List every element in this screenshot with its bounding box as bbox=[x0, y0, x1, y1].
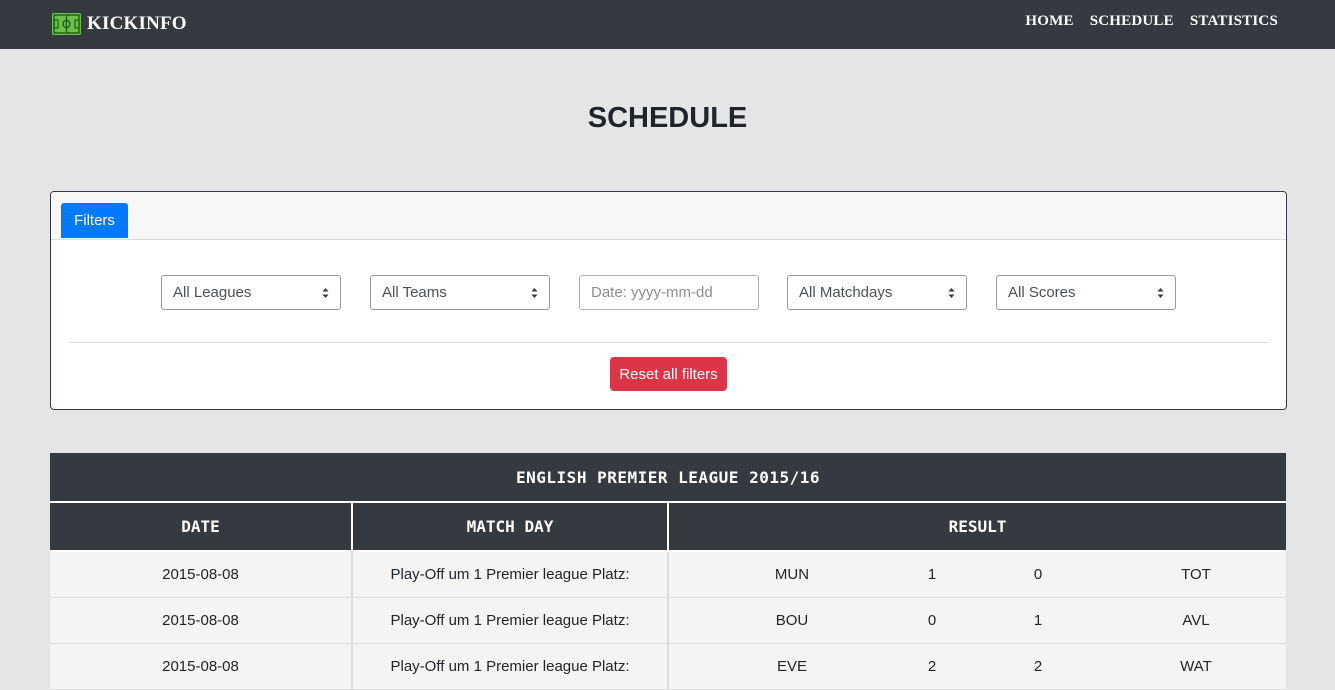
match-day: Play-Off um 1 Premier league Platz: bbox=[352, 551, 669, 598]
filters-divider bbox=[69, 342, 1269, 343]
table-row[interactable]: 2015-08-08 Play-Off um 1 Premier league … bbox=[50, 597, 1287, 644]
nav-links: HOME SCHEDULE STATISTICS bbox=[1025, 13, 1278, 30]
team-select[interactable]: All Teams bbox=[370, 275, 550, 310]
date-input-placeholder: Date: yyyy-mm-dd bbox=[591, 284, 713, 301]
select-arrows-icon bbox=[322, 288, 329, 298]
home-team: EVE bbox=[776, 658, 807, 675]
home-team: BOU bbox=[775, 612, 809, 629]
home-score: 2 bbox=[927, 658, 937, 675]
football-pitch-icon bbox=[52, 13, 81, 35]
away-score: 2 bbox=[1033, 658, 1043, 675]
match-result: BOU 0 1 AVL bbox=[668, 597, 1287, 644]
nav-statistics-link[interactable]: STATISTICS bbox=[1190, 13, 1278, 30]
team-select-value: All Teams bbox=[382, 284, 447, 301]
match-date: 2015-08-08 bbox=[50, 597, 353, 644]
date-input[interactable]: Date: yyyy-mm-dd bbox=[579, 275, 759, 310]
brand-name: KICKINFO bbox=[87, 13, 187, 34]
match-day: Play-Off um 1 Premier league Platz: bbox=[352, 597, 669, 644]
filters-card-header: Filters bbox=[51, 192, 1286, 240]
nav-schedule-link[interactable]: SCHEDULE bbox=[1090, 13, 1174, 30]
league-select[interactable]: All Leagues bbox=[161, 275, 341, 310]
league-select-value: All Leagues bbox=[173, 284, 252, 301]
select-arrows-icon bbox=[948, 288, 955, 298]
tab-filters[interactable]: Filters bbox=[61, 203, 128, 238]
matchday-select-value: All Matchdays bbox=[799, 284, 893, 301]
schedule-table: ENGLISH PREMIER LEAGUE 2015/16 DATE MATC… bbox=[50, 453, 1287, 690]
brand-link[interactable]: KICKINFO bbox=[52, 11, 187, 37]
home-score: 1 bbox=[927, 566, 937, 583]
league-title: ENGLISH PREMIER LEAGUE 2015/16 bbox=[50, 453, 1287, 502]
table-row[interactable]: 2015-08-08 Play-Off um 1 Premier league … bbox=[50, 551, 1287, 598]
top-navbar: KICKINFO HOME SCHEDULE STATISTICS bbox=[0, 0, 1335, 49]
away-score: 0 bbox=[1033, 566, 1043, 583]
filters-card: Filters All Leagues All Teams Date: yyyy… bbox=[50, 191, 1287, 410]
home-team: MUN bbox=[774, 566, 810, 583]
away-score: 1 bbox=[1033, 612, 1043, 629]
select-arrows-icon bbox=[1157, 288, 1164, 298]
page-title: SCHEDULE bbox=[587, 102, 748, 134]
matchday-select[interactable]: All Matchdays bbox=[787, 275, 967, 310]
match-result: EVE 2 2 WAT bbox=[668, 643, 1287, 690]
match-result: MUN 1 0 TOT bbox=[668, 551, 1287, 598]
column-header-matchday: MATCH DAY bbox=[351, 501, 668, 552]
match-date: 2015-08-08 bbox=[50, 551, 353, 598]
away-team: WAT bbox=[1180, 658, 1212, 675]
match-day: Play-Off um 1 Premier league Platz: bbox=[352, 643, 669, 690]
nav-home-link[interactable]: HOME bbox=[1025, 13, 1073, 30]
away-team: TOT bbox=[1181, 566, 1211, 583]
score-select-value: All Scores bbox=[1008, 284, 1076, 301]
reset-filters-button[interactable]: Reset all filters bbox=[610, 357, 727, 391]
home-score: 0 bbox=[927, 612, 937, 629]
score-select[interactable]: All Scores bbox=[996, 275, 1176, 310]
column-header-result: RESULT bbox=[666, 501, 1287, 552]
select-arrows-icon bbox=[531, 288, 538, 298]
table-row[interactable]: 2015-08-08 Play-Off um 1 Premier league … bbox=[50, 643, 1287, 690]
column-header-date: DATE bbox=[50, 501, 352, 552]
match-date: 2015-08-08 bbox=[50, 643, 353, 690]
away-team: AVL bbox=[1182, 612, 1210, 629]
